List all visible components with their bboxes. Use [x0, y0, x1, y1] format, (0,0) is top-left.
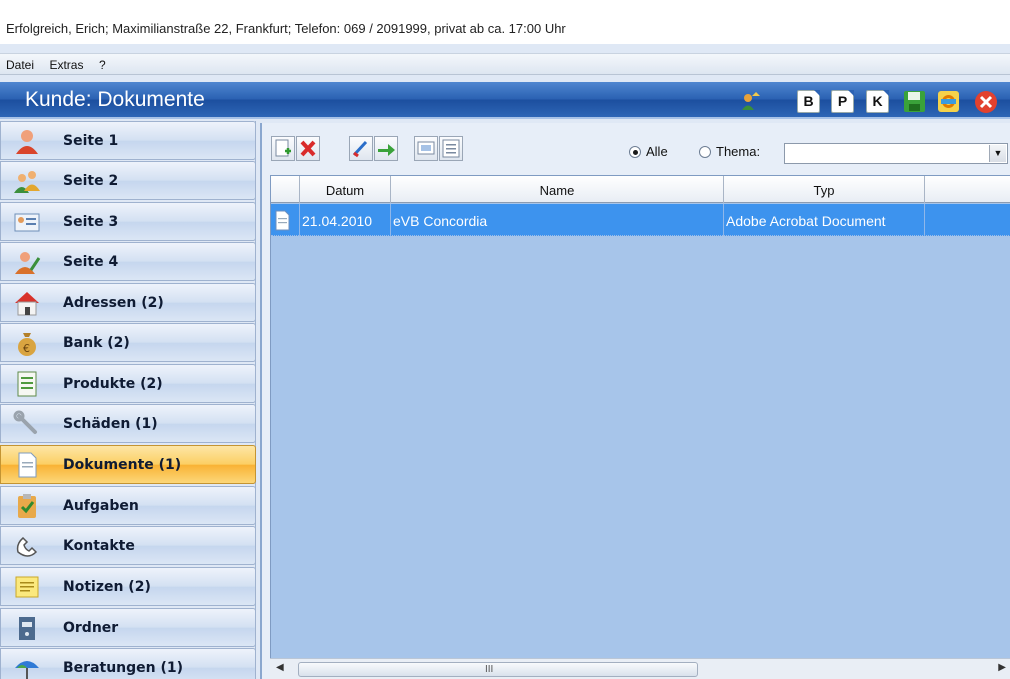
- table-row[interactable]: 21.04.2010 eVB Concordia Adobe Acrobat D…: [271, 204, 1010, 236]
- sidebar-item-bank[interactable]: € Bank (2): [0, 323, 256, 362]
- column-header-icon[interactable]: [271, 176, 300, 203]
- chevron-down-icon[interactable]: ▼: [989, 145, 1006, 162]
- column-header-name[interactable]: Name: [391, 176, 724, 203]
- window-title: Erfolgreich, Erich; Maximilianstraße 22,…: [6, 21, 566, 36]
- sidebar-item-label: Ordner: [63, 620, 119, 636]
- wrench-icon: [13, 410, 41, 438]
- cell-date: 21.04.2010: [300, 204, 391, 236]
- properties-icon[interactable]: [439, 136, 463, 161]
- sidebar-item-label: Seite 1: [63, 133, 119, 149]
- menu-extras[interactable]: Extras: [44, 54, 88, 72]
- sidebar-item-label: Beratungen (1): [63, 660, 184, 676]
- sidebar-item-adressen[interactable]: Adressen (2): [0, 283, 256, 322]
- money-bag-icon: €: [13, 329, 41, 357]
- sidebar-item-label: Kontakte: [63, 538, 135, 554]
- topic-select[interactable]: ▼: [784, 143, 1008, 164]
- sidebar-item-seite-4[interactable]: Seite 4: [0, 242, 256, 281]
- person-edit-icon: [13, 248, 41, 276]
- scroll-right-icon[interactable]: ▶: [998, 662, 1006, 673]
- sidebar-item-label: Schäden (1): [63, 416, 158, 432]
- page-title: Kunde: Dokumente: [25, 88, 205, 111]
- documents-panel: Alle Thema: ▼ Datum Name Typ 21.04.2010: [260, 123, 1010, 679]
- svg-text:€: €: [23, 342, 30, 355]
- sidebar-item-beratungen[interactable]: Beratungen (1): [0, 648, 256, 679]
- cell-extra: [925, 204, 1010, 236]
- navigation-sidebar: Seite 1 Seite 2 Seite 3 Seite 4 Adressen…: [0, 121, 256, 679]
- refresh-icon[interactable]: [937, 90, 960, 113]
- page-header: Kunde: Dokumente B P K: [0, 82, 1010, 119]
- cell-type: Adobe Acrobat Document: [724, 204, 925, 236]
- edit-document-icon[interactable]: [349, 136, 373, 161]
- folder-icon: [13, 614, 41, 642]
- clipboard-check-icon: [13, 492, 41, 520]
- sidebar-item-label: Produkte (2): [63, 376, 163, 392]
- sidebar-item-notizen[interactable]: Notizen (2): [0, 567, 256, 606]
- menu-bar: Datei Extras ?: [0, 53, 1010, 75]
- k-icon[interactable]: K: [866, 90, 889, 113]
- id-card-icon: [13, 208, 41, 236]
- sidebar-item-produkte[interactable]: Produkte (2): [0, 364, 256, 403]
- sidebar-item-aufgaben[interactable]: Aufgaben: [0, 486, 256, 525]
- sidebar-item-label: Adressen (2): [63, 295, 164, 311]
- column-header-extra[interactable]: [925, 176, 1010, 203]
- preview-icon[interactable]: [414, 136, 438, 161]
- sidebar-item-schaeden[interactable]: Schäden (1): [0, 404, 256, 443]
- document-row-icon: [271, 204, 300, 236]
- save-icon[interactable]: [903, 90, 926, 113]
- notes-icon: [13, 573, 41, 601]
- sidebar-item-label: Dokumente (1): [63, 457, 182, 473]
- sidebar-item-kontakte[interactable]: Kontakte: [0, 526, 256, 565]
- filter-topic-label: Thema:: [716, 144, 761, 159]
- cell-name: eVB Concordia: [391, 204, 724, 236]
- sidebar-item-label: Bank (2): [63, 335, 130, 351]
- phone-icon: [13, 532, 41, 560]
- filter-topic-radio[interactable]: [699, 146, 711, 158]
- column-header-datum[interactable]: Datum: [300, 176, 391, 203]
- table-header: Datum Name Typ: [271, 176, 1010, 203]
- scroll-left-icon[interactable]: ◀: [276, 662, 284, 673]
- sidebar-item-label: Aufgaben: [63, 498, 139, 514]
- scrollbar-grip: III: [485, 664, 494, 675]
- person-icon: [13, 127, 41, 155]
- documents-toolbar: Alle Thema: ▼: [262, 123, 1010, 173]
- sidebar-item-label: Notizen (2): [63, 579, 151, 595]
- list-icon: [13, 370, 41, 398]
- delete-icon[interactable]: [296, 136, 320, 161]
- scrollbar-thumb[interactable]: III: [298, 662, 698, 677]
- sidebar-item-dokumente[interactable]: Dokumente (1): [0, 445, 256, 484]
- assign-icon[interactable]: [739, 90, 762, 113]
- sidebar-item-label: Seite 3: [63, 214, 119, 230]
- close-icon[interactable]: [974, 90, 997, 113]
- sidebar-item-seite-1[interactable]: Seite 1: [0, 121, 256, 160]
- house-icon: [13, 289, 41, 317]
- people-icon: [13, 167, 41, 195]
- documents-table: Datum Name Typ 21.04.2010 eVB Concordia …: [270, 175, 1010, 679]
- sidebar-item-label: Seite 2: [63, 173, 119, 189]
- filter-all-radio[interactable]: [629, 146, 641, 158]
- sidebar-item-label: Seite 4: [63, 254, 119, 270]
- p-icon[interactable]: P: [831, 90, 854, 113]
- umbrella-icon: [13, 654, 41, 679]
- export-arrow-icon[interactable]: [374, 136, 398, 161]
- column-header-typ[interactable]: Typ: [724, 176, 925, 203]
- menu-datei[interactable]: Datei: [1, 54, 39, 72]
- sidebar-item-seite-2[interactable]: Seite 2: [0, 161, 256, 200]
- new-document-icon[interactable]: [271, 136, 295, 161]
- menu-help[interactable]: ?: [94, 54, 111, 72]
- document-icon: [13, 451, 41, 479]
- horizontal-scrollbar[interactable]: ◀ III ▶: [270, 658, 1010, 679]
- sidebar-item-seite-3[interactable]: Seite 3: [0, 202, 256, 241]
- b-icon[interactable]: B: [797, 90, 820, 113]
- filter-all-label: Alle: [646, 144, 668, 159]
- window-title-bar: Erfolgreich, Erich; Maximilianstraße 22,…: [0, 0, 1010, 44]
- sidebar-item-ordner[interactable]: Ordner: [0, 608, 256, 647]
